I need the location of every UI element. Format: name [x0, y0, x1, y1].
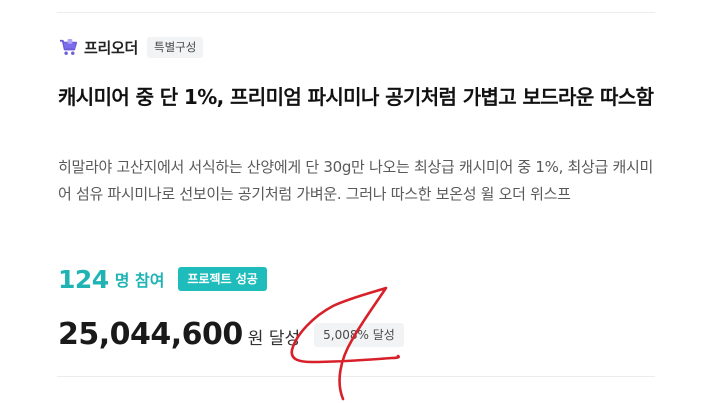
funding-row: 25,044,600 원 달성 5,008% 달성 — [58, 314, 404, 354]
project-success-badge: 프로젝트 성공 — [178, 267, 267, 291]
shop-name[interactable]: 프리오더 — [84, 37, 138, 58]
project-description: 히말라야 고산지에서 서식하는 산양에게 단 30g만 나오는 최상급 캐시미어… — [58, 158, 653, 203]
participant-unit: 명 참여 — [114, 271, 165, 290]
shopping-cart-icon — [59, 38, 78, 55]
participants-row: 124 명 참여 프로젝트 성공 — [58, 262, 267, 296]
funding-unit: 원 달성 — [247, 328, 301, 349]
top-divider — [57, 12, 655, 13]
participant-count: 124 — [58, 264, 109, 294]
funding-rate-badge: 5,008% 달성 — [314, 323, 404, 347]
shop-header: 프리오더 특별구성 — [59, 35, 204, 59]
bottom-divider — [57, 376, 655, 377]
special-tag: 특별구성 — [147, 36, 204, 58]
funding-amount: 25,044,600 — [58, 316, 243, 352]
project-title[interactable]: 캐시미어 중 단 1%, 프리미엄 파시미나 공기처럼 가볍고 보드라운 따스함 — [58, 80, 658, 114]
